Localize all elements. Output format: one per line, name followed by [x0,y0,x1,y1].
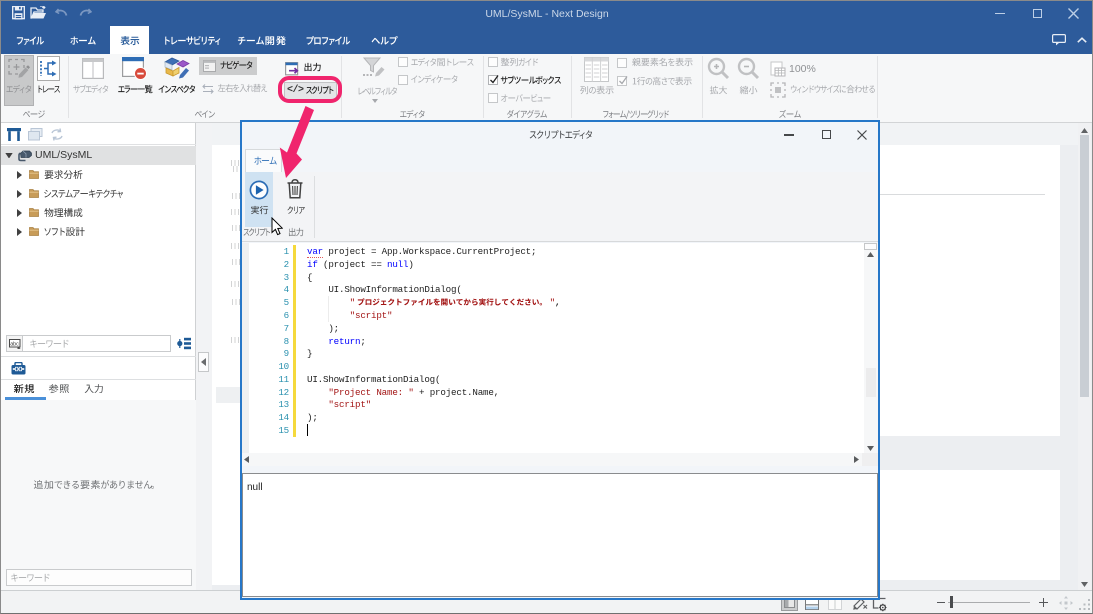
svg-text:abc: abc [10,341,19,347]
